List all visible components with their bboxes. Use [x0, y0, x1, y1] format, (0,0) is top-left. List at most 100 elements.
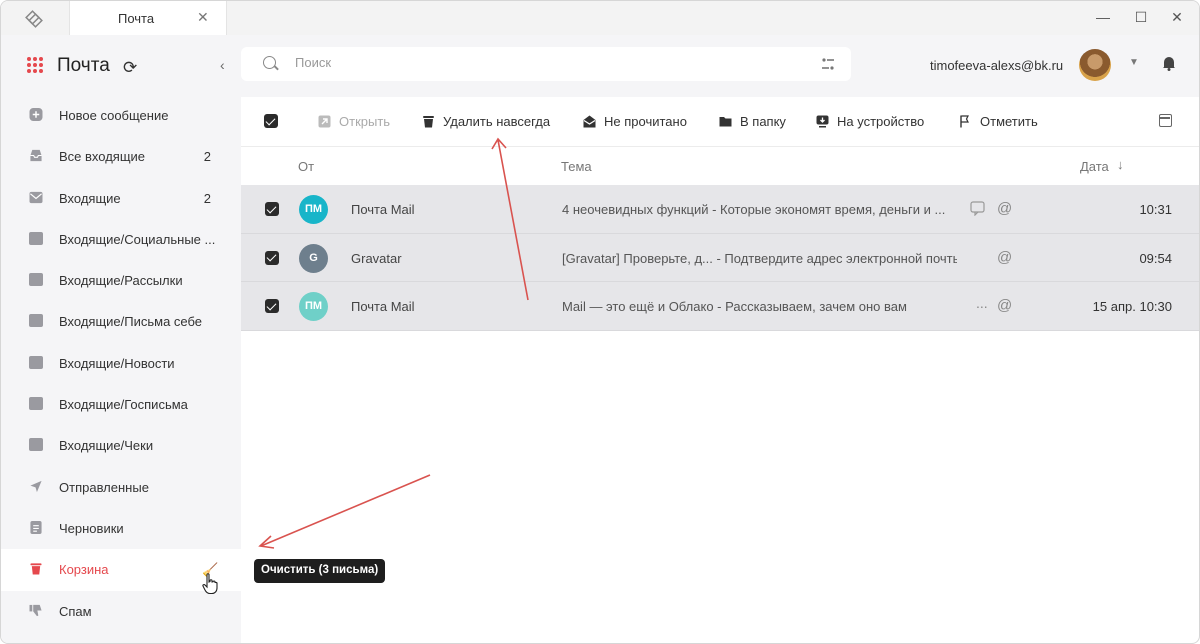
- app-logo-icon: [25, 10, 43, 28]
- arrow-head: [258, 535, 275, 549]
- open-icon: [318, 115, 331, 128]
- delete-forever-button[interactable]: Удалить навсегда: [422, 114, 550, 130]
- subject-text: Mail — это ещё и Облако - Рассказываем, …: [562, 299, 907, 315]
- message-date: 10:31: [1139, 202, 1172, 217]
- more-dots-icon[interactable]: ...: [976, 295, 988, 311]
- sidebar-item-label: Новое сообщение: [59, 108, 169, 123]
- row-checkbox[interactable]: [265, 202, 279, 216]
- column-from[interactable]: От: [298, 159, 314, 174]
- avatar[interactable]: [1079, 49, 1111, 81]
- close-icon[interactable]: ✕: [197, 9, 209, 26]
- sidebar-item-inbox[interactable]: Входящие 2: [1, 178, 241, 219]
- open-button[interactable]: Открыть: [318, 114, 390, 130]
- top-bar: timofeeva-alexs@bk.ru ▼: [241, 35, 1199, 97]
- sidebar-item-spam[interactable]: Спам: [1, 591, 241, 632]
- folder-icon: [29, 355, 43, 369]
- sidebar-item-new-message[interactable]: Новое сообщение: [1, 95, 241, 136]
- folder-icon: [29, 438, 43, 452]
- apps-grid-icon[interactable]: [27, 57, 43, 73]
- app-window: Почта ✕ — ☐ ✕ Почта ⟳ ‹ Новое сообщение …: [0, 0, 1200, 644]
- sidebar-item-inbox-social[interactable]: Входящие/Социальные ...: [1, 219, 241, 260]
- select-all-checkbox[interactable]: [264, 114, 278, 128]
- mark-unread-label: Не прочитано: [604, 114, 687, 129]
- row-checkbox[interactable]: [265, 299, 279, 314]
- open-envelope-icon: [583, 115, 596, 128]
- arrow-to-clear-trash: [260, 474, 431, 547]
- thumbs-down-icon: [29, 604, 42, 616]
- mark-unread-button[interactable]: Не прочитано: [583, 114, 687, 130]
- sidebar-item-label: Входящие/Чеки: [59, 438, 154, 454]
- message-list: ПМ Почта Mail 4 неочевидных функций - Ко…: [241, 185, 1199, 332]
- email-at-icon: @: [997, 200, 1013, 217]
- refresh-icon[interactable]: ⟳: [123, 58, 137, 78]
- flag-button[interactable]: Отметить: [959, 114, 1038, 130]
- chat-icon[interactable]: [970, 201, 985, 216]
- move-to-folder-button[interactable]: В папку: [719, 114, 786, 130]
- trash-icon: [30, 563, 42, 575]
- subject-text: 4 неочевидных функций - Которые экономят…: [562, 202, 946, 217]
- sidebar-item-inbox-to-self[interactable]: Входящие/Письма себе: [1, 301, 241, 342]
- sidebar-item-label: Входящие/Письма себе: [59, 314, 203, 330]
- open-label: Открыть: [339, 114, 391, 129]
- sidebar-item-inbox-gov[interactable]: Входящие/Госписьма: [1, 384, 241, 425]
- table-row[interactable]: ПМ Почта Mail Mail — это ещё и Облако - …: [241, 282, 1199, 332]
- flag-icon: [960, 115, 969, 128]
- save-to-device-button[interactable]: На устройство: [816, 114, 924, 130]
- download-icon: [816, 115, 829, 128]
- search-input[interactable]: [295, 55, 795, 70]
- tab-mail[interactable]: Почта ✕: [69, 1, 227, 35]
- table-row[interactable]: ПМ Почта Mail 4 неочевидных функций - Ко…: [241, 185, 1199, 234]
- envelope-icon: [29, 191, 43, 203]
- tooltip: Очистить (3 письма): [254, 559, 386, 583]
- inbox-icon: [30, 150, 42, 162]
- filter-icon[interactable]: [821, 57, 835, 71]
- folder-list: Новое сообщение Все входящие 2 Входящие …: [1, 95, 241, 632]
- search-icon: [263, 56, 276, 69]
- chevron-down-icon[interactable]: ▼: [1129, 57, 1139, 68]
- user-email[interactable]: timofeeva-alexs@bk.ru: [930, 58, 1063, 73]
- draft-icon: [30, 520, 42, 534]
- folder-icon: [719, 117, 732, 127]
- hand-cursor-icon: [202, 573, 218, 595]
- sort-arrow-down-icon[interactable]: ↓: [1117, 157, 1124, 172]
- maximize-icon[interactable]: ☐: [1131, 9, 1151, 26]
- email-at-icon: @: [997, 297, 1013, 315]
- message-date: 09:54: [1139, 250, 1172, 266]
- sender-name: Gravatar: [351, 250, 402, 266]
- sidebar-item-label: Черновики: [59, 520, 124, 536]
- title-bar: Почта ✕ — ☐ ✕: [1, 1, 1199, 35]
- row-checkbox[interactable]: [265, 250, 279, 265]
- table-row[interactable]: G Gravatar [Gravatar] Проверьте, д... - …: [241, 233, 1199, 283]
- column-subject[interactable]: Тема: [561, 159, 592, 174]
- message-list-header: От Тема Дата ↓: [241, 147, 1199, 185]
- sidebar-item-all-inbox[interactable]: Все входящие 2: [1, 136, 241, 177]
- sidebar-item-label: Спам: [59, 603, 92, 619]
- folder-icon: [29, 231, 43, 245]
- tab-label: Почта: [118, 11, 155, 26]
- sender-avatar: G: [299, 243, 328, 273]
- search-box[interactable]: [241, 47, 851, 81]
- sidebar: Почта ⟳ ‹ Новое сообщение Все входящие 2…: [1, 35, 241, 643]
- sidebar-item-inbox-newsletters[interactable]: Входящие/Рассылки: [1, 260, 241, 301]
- sidebar-item-sent[interactable]: Отправленные: [1, 467, 241, 508]
- sidebar-item-label: Входящие/Рассылки: [59, 273, 183, 289]
- trash-icon: [423, 116, 434, 128]
- sidebar-item-inbox-news[interactable]: Входящие/Новости: [1, 343, 241, 384]
- sidebar-item-drafts[interactable]: Черновики: [1, 508, 241, 549]
- column-date[interactable]: Дата: [1080, 159, 1109, 174]
- sidebar-item-inbox-receipts[interactable]: Входящие/Чеки: [1, 425, 241, 466]
- sidebar-item-label: Отправленные: [59, 479, 149, 495]
- flag-label: Отметить: [980, 114, 1038, 129]
- folder-icon: [29, 397, 43, 411]
- sidebar-item-label: Входящие/Новости: [59, 355, 175, 371]
- sender-name: Почта Mail: [351, 299, 415, 315]
- sidebar-item-label: Все входящие: [59, 149, 146, 165]
- bell-icon[interactable]: [1161, 55, 1177, 71]
- minimize-icon[interactable]: —: [1093, 9, 1113, 25]
- layout-toggle-icon[interactable]: [1159, 114, 1172, 127]
- move-to-folder-label: В папку: [740, 114, 786, 129]
- brand-title: Почта: [57, 55, 110, 76]
- chevron-left-icon[interactable]: ‹: [220, 57, 225, 73]
- close-icon[interactable]: ✕: [1167, 9, 1187, 26]
- sender-avatar: ПМ: [299, 195, 328, 224]
